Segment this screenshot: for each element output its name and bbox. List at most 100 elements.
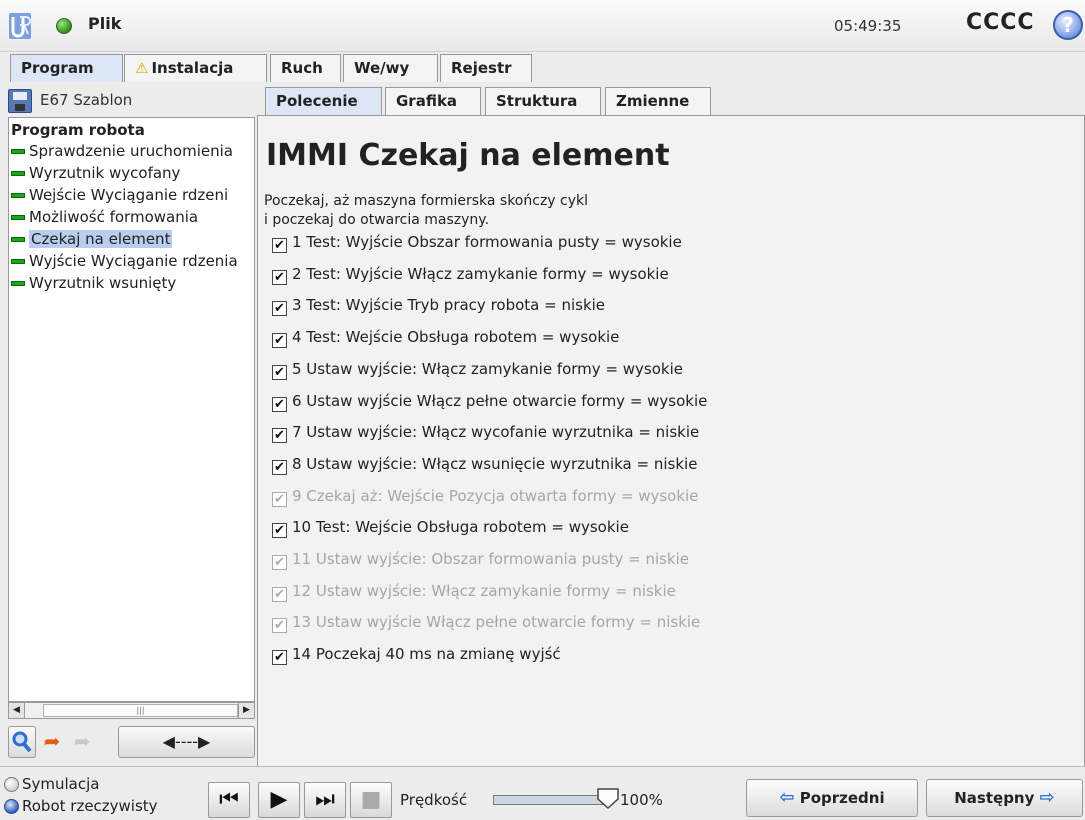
- step-item[interactable]: ✔ 3 Test: Wyjście Tryb pracy robota = nis…: [272, 294, 605, 317]
- step-label: 7 Ustaw wyjście: Włącz wycofanie wyrzutn…: [292, 423, 700, 442]
- ur-logo-icon: [9, 13, 31, 39]
- step-item[interactable]: ✔ 13 Ustaw wyjście Włącz pełne otwarcie f…: [272, 611, 701, 634]
- program-tree: Program robota Sprawdzenie uruchomienia …: [8, 117, 255, 702]
- step-label: 12 Ustaw wyjście: Włącz zamykanie formy …: [292, 581, 676, 600]
- title-bar: Plik 05:49:35 CCCC ?: [0, 0, 1085, 52]
- move-arrows-button[interactable]: ◀----▶: [118, 726, 255, 758]
- step-checkbox[interactable]: ✔: [272, 428, 287, 444]
- previous-button[interactable]: ⇦ Poprzedni: [746, 779, 918, 817]
- node-icon: [11, 193, 25, 198]
- tab-instalacja[interactable]: ⚠ Instalacja: [124, 54, 267, 82]
- save-icon[interactable]: [8, 89, 32, 113]
- step-item[interactable]: ✔ 12 Ustaw wyjście: Włącz zamykanie formy…: [272, 580, 676, 602]
- step-checkbox[interactable]: ✔: [272, 301, 287, 317]
- speed-label: Prędkość: [400, 791, 468, 809]
- step-checkbox[interactable]: ✔: [272, 491, 287, 507]
- step-item[interactable]: ✔ 4 Test: Wejście Obsługa robotem = wysok…: [272, 326, 620, 349]
- tree-item[interactable]: Wyrzutnik wsunięty: [11, 273, 176, 294]
- speed-slider[interactable]: [493, 795, 613, 805]
- tab-we-wy[interactable]: We/wy: [343, 54, 438, 82]
- scroll-thumb[interactable]: |||: [43, 704, 238, 717]
- tree-item-selected[interactable]: Czekaj na element: [11, 229, 173, 250]
- step-checkbox[interactable]: ✔: [272, 364, 287, 380]
- step-item[interactable]: ✔ 7 Ustaw wyjście: Włącz wycofanie wyrzut…: [272, 421, 700, 444]
- step-label: 2 Test: Wyjście Włącz zamykanie formy = …: [292, 264, 669, 283]
- step-item[interactable]: ✔ 11 Ustaw wyjście: Obszar formowania pus…: [272, 548, 689, 570]
- scroll-right-icon[interactable]: ▶: [238, 703, 254, 718]
- step-checkbox[interactable]: ✔: [272, 650, 287, 666]
- tab-zmienne[interactable]: Zmienne: [605, 87, 711, 115]
- robot-status-icon: [56, 18, 72, 34]
- tab-program[interactable]: Program: [10, 54, 123, 82]
- next-button[interactable]: Następny ⇨: [926, 779, 1083, 817]
- tab-polecenie[interactable]: Polecenie: [265, 87, 382, 115]
- mode-simulation[interactable]: Symulacja: [4, 775, 99, 793]
- scroll-left-icon[interactable]: ◀: [9, 703, 25, 718]
- tree-item[interactable]: Wejście Wyciąganie rdzeni: [11, 185, 228, 206]
- robot-name: CCCC: [966, 10, 1035, 35]
- step-item[interactable]: ✔ 1 Test: Wyjście Obszar formowania pusty…: [272, 231, 682, 253]
- step-checkbox[interactable]: ✔: [272, 396, 287, 412]
- step-item[interactable]: ✔ 14 Poczekaj 40 ms na zmianę wyjść: [272, 643, 561, 666]
- mode-real-robot[interactable]: Robot rzeczywisty: [4, 797, 158, 815]
- undo-icon[interactable]: ➦: [38, 726, 66, 758]
- step-label: 11 Ustaw wyjście: Obszar formowania pust…: [292, 550, 690, 568]
- step-item[interactable]: ✔ 5 Ustaw wyjście: Włącz zamykanie formy …: [272, 358, 683, 380]
- step-checkbox[interactable]: ✔: [272, 459, 287, 475]
- arrow-right-icon: ⇨: [1039, 787, 1055, 808]
- stop-button[interactable]: ■: [350, 782, 392, 818]
- tab-grafika[interactable]: Grafika: [385, 87, 481, 115]
- step-label: 10 Test: Wejście Obsługa robotem = wysok…: [292, 518, 629, 537]
- tree-item[interactable]: Możliwość formowania: [11, 207, 198, 228]
- step-checkbox[interactable]: ✔: [272, 238, 287, 253]
- play-button[interactable]: ▶: [258, 782, 300, 818]
- step-item[interactable]: ✔ 9 Czekaj aż: Wejście Pozycja otwarta fo…: [272, 485, 698, 507]
- step-checkbox[interactable]: ✔: [272, 333, 287, 349]
- step-forward-button[interactable]: ⏭: [304, 782, 346, 818]
- step-label: 5 Ustaw wyjście: Włącz zamykanie formy =…: [292, 359, 683, 378]
- file-menu[interactable]: Plik: [88, 14, 121, 33]
- tree-root[interactable]: Program robota: [11, 121, 145, 139]
- step-checkbox[interactable]: ✔: [272, 586, 287, 602]
- tab-ruch[interactable]: Ruch: [270, 54, 341, 82]
- command-content: IMMI Czekaj na element Poczekaj, aż masz…: [257, 115, 1085, 768]
- speed-slider-fill: [494, 796, 612, 804]
- radio-simulation[interactable]: [4, 777, 19, 792]
- tab-struktura[interactable]: Struktura: [485, 87, 601, 115]
- tree-item[interactable]: Sprawdzenie uruchomienia: [11, 141, 233, 162]
- tree-horizontal-scrollbar[interactable]: ◀ ||| ▶: [8, 702, 255, 719]
- step-label: 14 Poczekaj 40 ms na zmianę wyjść: [292, 645, 561, 664]
- step-checkbox[interactable]: ✔: [272, 269, 287, 285]
- redo-icon[interactable]: ➦: [68, 726, 96, 758]
- step-checkbox[interactable]: ✔: [272, 523, 287, 539]
- step-checkbox[interactable]: ✔: [272, 555, 287, 570]
- step-label: 9 Czekaj aż: Wejście Pozycja otwarta for…: [292, 486, 699, 505]
- node-icon: [11, 237, 25, 242]
- help-icon[interactable]: ?: [1053, 10, 1083, 40]
- program-header: E67 Szablon: [8, 87, 257, 115]
- step-item[interactable]: ✔ 2 Test: Wyjście Włącz zamykanie formy =…: [272, 263, 669, 285]
- step-item[interactable]: ✔ 8 Ustaw wyjście: Włącz wsunięcie wyrzut…: [272, 453, 697, 475]
- step-label: 4 Test: Wejście Obsługa robotem = wysoki…: [292, 328, 620, 347]
- program-tree-panel: E67 Szablon Program robota Sprawdzenie u…: [8, 82, 257, 766]
- step-checkbox[interactable]: ✔: [272, 618, 287, 634]
- command-panel: Polecenie Grafika Struktura Zmienne IMMI…: [257, 82, 1085, 768]
- tree-item[interactable]: Wyrzutnik wycofany: [11, 163, 180, 184]
- node-icon: [11, 281, 25, 286]
- speed-slider-handle[interactable]: [596, 786, 620, 810]
- search-icon[interactable]: [8, 726, 36, 758]
- node-description: Poczekaj, aż maszyna formierska skończy …: [264, 193, 589, 228]
- tree-item[interactable]: Wyjście Wyciąganie rdzenia: [11, 251, 238, 272]
- tab-rejestr[interactable]: Rejestr: [440, 54, 532, 82]
- step-item[interactable]: ✔ 6 Ustaw wyjście Włącz pełne otwarcie fo…: [272, 390, 707, 412]
- program-name: E67 Szablon: [40, 91, 133, 109]
- radio-real-robot[interactable]: [4, 799, 19, 814]
- warning-icon: ⚠: [135, 59, 149, 77]
- step-item[interactable]: ✔ 10 Test: Wejście Obsługa robotem = wyso…: [272, 516, 629, 539]
- step-label: 13 Ustaw wyjście Włącz pełne otwarcie fo…: [292, 613, 701, 632]
- node-icon: [11, 259, 25, 264]
- skip-to-start-button[interactable]: ⏮: [208, 782, 250, 818]
- arrow-left-icon: ⇦: [779, 787, 795, 808]
- step-label: 1 Test: Wyjście Obszar formowania pusty …: [292, 233, 682, 251]
- node-icon: [11, 149, 25, 154]
